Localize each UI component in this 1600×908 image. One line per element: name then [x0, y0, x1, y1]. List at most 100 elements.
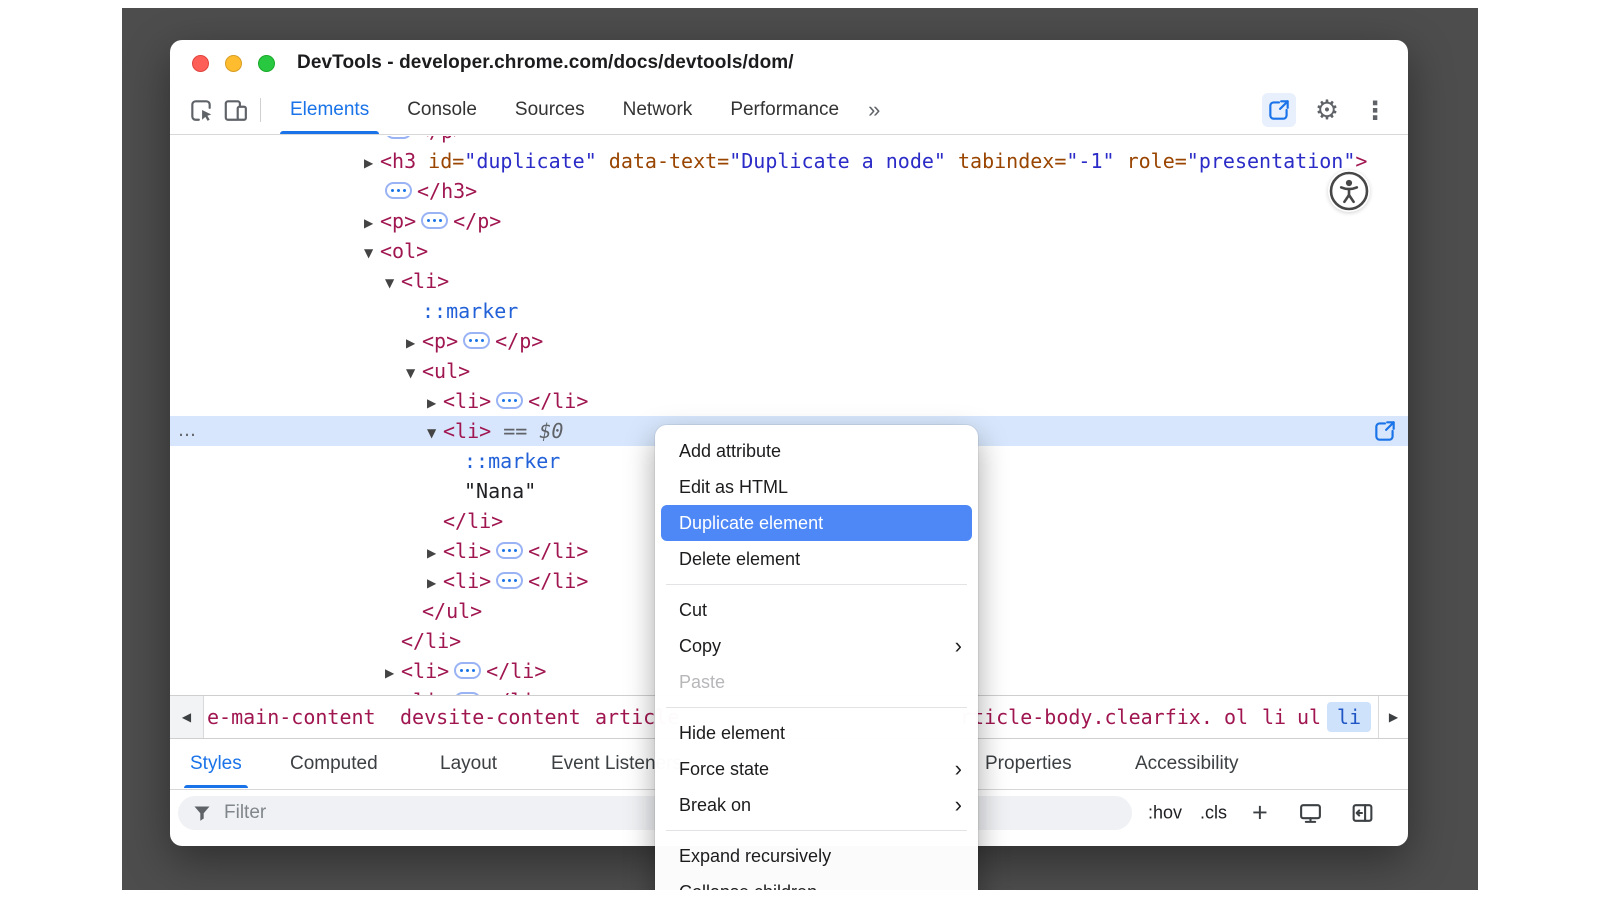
menu-item-label: Copy — [679, 636, 721, 656]
code-segment-tag: </p> — [417, 136, 465, 143]
panel-tab-styles[interactable]: Styles — [190, 753, 242, 775]
new-style-rule-button[interactable]: + — [1252, 798, 1268, 829]
zoom-window-button[interactable] — [258, 55, 275, 72]
tree-row[interactable]: ::marker — [170, 296, 1408, 326]
tree-row[interactable]: ▼<li> — [170, 266, 1408, 296]
class-toggle-button[interactable]: .cls — [1200, 803, 1227, 824]
crumb-scroll-right-icon[interactable]: ▶ — [1378, 696, 1408, 738]
collapsed-arrow-icon[interactable]: ▶ — [385, 688, 401, 696]
expanded-arrow-icon[interactable]: ▼ — [406, 358, 422, 388]
panel-tab-computed[interactable]: Computed — [290, 753, 378, 775]
menu-item-duplicate-element[interactable]: Duplicate element — [661, 505, 972, 541]
code-segment-tag: </li> — [443, 509, 503, 533]
menu-item-label: Cut — [679, 600, 707, 620]
breadcrumb-item-li[interactable]: li — [1262, 705, 1286, 729]
inline-expand-icon[interactable] — [463, 332, 490, 349]
inline-expand-icon[interactable] — [496, 542, 523, 559]
context-menu: Add attribute Edit as HTML Duplicate eleme… — [655, 425, 978, 890]
code-segment-tag: <p> — [380, 209, 416, 233]
inline-expand-icon[interactable] — [454, 662, 481, 679]
menu-item-add-attribute[interactable]: Add attribute — [655, 433, 978, 469]
menu-item-delete-element[interactable]: Delete element — [655, 541, 978, 577]
code-segment-tag: <li> — [443, 569, 491, 593]
code-segment-attr: id= — [428, 149, 464, 173]
expanded-arrow-icon[interactable]: ▼ — [385, 268, 401, 298]
submenu-chevron-icon: › — [955, 787, 962, 823]
tree-row[interactable]: ▶<p></p> — [170, 326, 1408, 356]
tab-network[interactable]: Network — [604, 86, 712, 134]
code-segment-pseudo: ::marker — [464, 449, 560, 473]
code-segment-meta: == — [491, 419, 539, 443]
collapsed-arrow-icon[interactable]: ▶ — [406, 328, 422, 358]
breadcrumb-item-e-main-content[interactable]: e-main-content — [207, 705, 376, 729]
collapsed-arrow-icon[interactable]: ▶ — [364, 208, 380, 238]
breadcrumb-item-ul[interactable]: ul — [1297, 705, 1321, 729]
menu-item-break-on[interactable]: Break on› — [655, 787, 978, 823]
tree-row[interactable]: </p> — [170, 136, 1408, 146]
collapsed-arrow-icon[interactable]: ▶ — [427, 538, 443, 568]
collapsed-arrow-icon[interactable]: ▶ — [427, 388, 443, 418]
tab-console[interactable]: Console — [388, 86, 496, 134]
inline-expand-icon[interactable] — [385, 182, 412, 199]
inline-expand-icon[interactable] — [496, 392, 523, 409]
tree-row[interactable]: ▶<h3 id="duplicate" data-text="Duplicate… — [170, 146, 1408, 176]
menu-item-expand-recursively[interactable]: Expand recursively — [655, 838, 978, 874]
menu-item-hide-element[interactable]: Hide element — [655, 715, 978, 751]
tree-row[interactable]: ▶<li></li> — [170, 386, 1408, 416]
tab-elements[interactable]: Elements — [271, 86, 388, 134]
menu-item-edit-as-html[interactable]: Edit as HTML — [655, 469, 978, 505]
kebab-menu-icon[interactable]: ⋮ — [1358, 93, 1392, 127]
breadcrumb-item-ol[interactable]: ol — [1224, 705, 1248, 729]
menu-item-force-state[interactable]: Force state› — [655, 751, 978, 787]
inline-expand-icon[interactable] — [385, 136, 412, 139]
crumb-scroll-left-icon[interactable]: ◀ — [170, 696, 204, 738]
breadcrumb-item-devsite-content[interactable]: devsite-content — [400, 705, 581, 729]
menu-item-copy[interactable]: Copy› — [655, 628, 978, 664]
tree-row[interactable]: </h3> — [170, 176, 1408, 206]
tree-row[interactable]: ▶<p></p> — [170, 206, 1408, 236]
submenu-chevron-icon: › — [955, 751, 962, 787]
panel-tab-accessibility[interactable]: Accessibility — [1135, 753, 1238, 775]
menu-item-label: Expand recursively — [679, 846, 831, 866]
toolbar-divider — [260, 98, 261, 122]
tree-row[interactable]: ▼<ol> — [170, 236, 1408, 266]
hidden-ancestors-icon[interactable]: … — [178, 416, 198, 446]
toolbar-tabs: ElementsConsoleSourcesNetworkPerformance — [271, 86, 858, 134]
hover-state-button[interactable]: :hov — [1148, 803, 1182, 824]
code-segment-tag: </li> — [401, 629, 461, 653]
menu-item-label: Edit as HTML — [679, 477, 788, 497]
minimize-window-button[interactable] — [225, 55, 242, 72]
settings-gear-icon[interactable]: ⚙ — [1310, 93, 1344, 127]
breadcrumb-item-li[interactable]: li — [1327, 702, 1371, 732]
close-window-button[interactable] — [192, 55, 209, 72]
menu-item-label: Delete element — [679, 549, 800, 569]
panel-tab-layout[interactable]: Layout — [440, 753, 497, 775]
dock-sidebar-icon[interactable] — [1350, 801, 1375, 826]
filter-placeholder: Filter — [224, 802, 266, 824]
scroll-into-view-icon[interactable] — [1372, 418, 1398, 444]
collapsed-arrow-icon[interactable]: ▶ — [385, 658, 401, 688]
reveal-node-icon[interactable] — [1262, 93, 1296, 127]
collapsed-arrow-icon[interactable]: ▶ — [427, 568, 443, 598]
expanded-arrow-icon[interactable]: ▼ — [364, 238, 380, 268]
menu-item-cut[interactable]: Cut — [655, 592, 978, 628]
code-segment-tag: <h3 — [380, 149, 428, 173]
collapsed-arrow-icon[interactable]: ▶ — [364, 148, 380, 178]
filter-funnel-icon — [192, 803, 212, 823]
rendering-monitor-icon[interactable] — [1298, 801, 1323, 826]
inspect-cursor-icon[interactable] — [184, 93, 218, 127]
tab-sources[interactable]: Sources — [496, 86, 604, 134]
menu-item-collapse-children[interactable]: Collapse children — [655, 874, 978, 890]
code-segment-tag: <li> — [401, 659, 449, 683]
inline-expand-icon[interactable] — [496, 572, 523, 589]
panel-tab-properties[interactable]: Properties — [985, 753, 1072, 775]
expanded-arrow-icon[interactable]: ▼ — [427, 418, 443, 448]
inline-expand-icon[interactable] — [421, 212, 448, 229]
tree-row[interactable]: ▼<ul> — [170, 356, 1408, 386]
more-tabs-icon[interactable]: » — [858, 97, 888, 123]
tab-performance[interactable]: Performance — [711, 86, 858, 134]
device-toolbar-icon[interactable] — [218, 93, 252, 127]
accessibility-person-icon[interactable] — [1328, 170, 1370, 212]
menu-separator — [666, 584, 967, 585]
breadcrumb-item-rticle-body-clearfix[interactable]: rticle-body.clearfix. — [960, 705, 1213, 729]
